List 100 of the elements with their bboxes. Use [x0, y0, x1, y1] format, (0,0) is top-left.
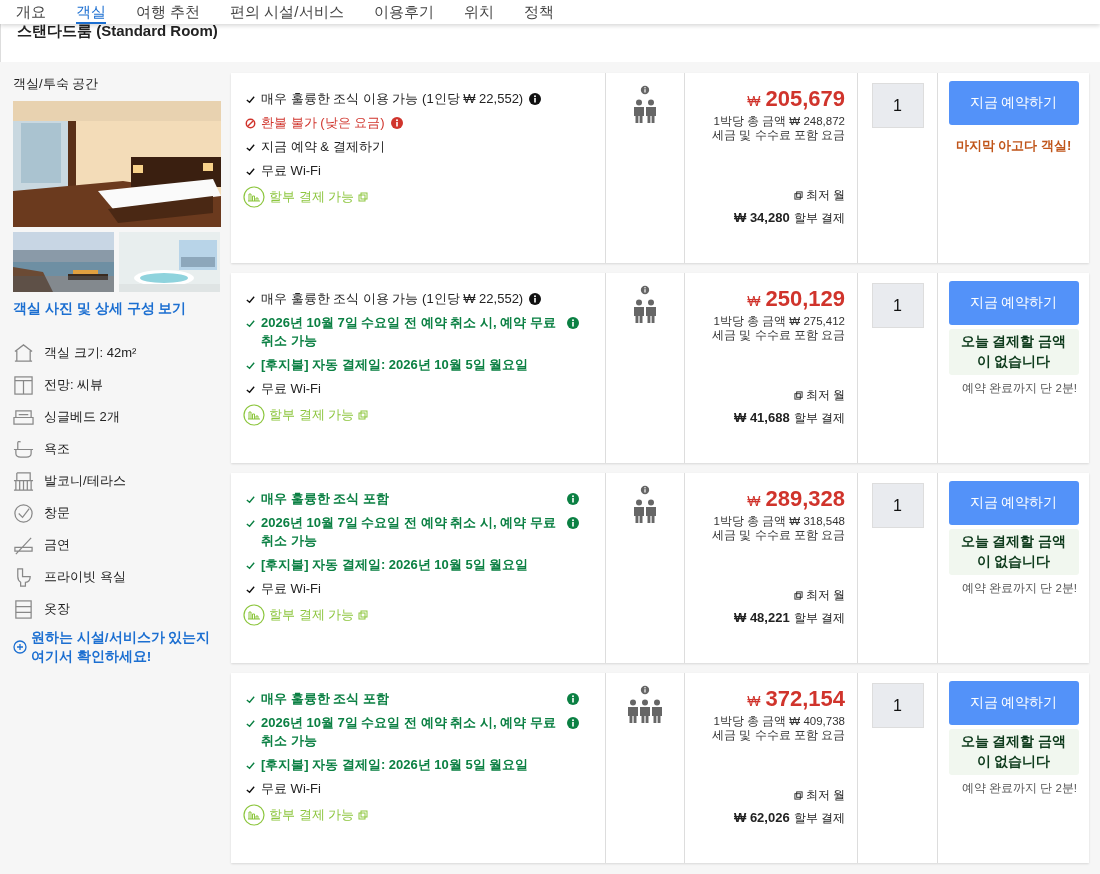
urgency-note: 마지막 아고다 객실! — [955, 137, 1072, 155]
monthly-amount: ₩ 34,280 — [734, 210, 790, 225]
monthly-suffix: 할부 결제 — [793, 410, 845, 427]
amenity-label: 옷장 — [44, 600, 70, 618]
feature-text: 2026년 10월 7일 수요일 전 예약 취소 시, 예약 무료 취소 가능 — [261, 514, 557, 550]
check-icon — [245, 518, 256, 529]
plus-circle-icon[interactable] — [13, 640, 27, 654]
currency-symbol: ₩ — [747, 293, 761, 309]
room-quantity-select[interactable]: 1 — [871, 683, 924, 728]
external-link-icon[interactable] — [793, 391, 803, 400]
amenity-label: 욕조 — [44, 440, 70, 458]
total-price: 1박당 총 금액 ₩ 248,872 — [713, 114, 845, 128]
check-icon — [245, 318, 256, 329]
check-icon — [245, 718, 256, 729]
check-icon — [245, 166, 256, 177]
check-icon — [245, 384, 256, 395]
feature-text: [후지불] 자동 결제일: 2026년 10월 5일 월요일 — [261, 356, 530, 374]
external-link-icon[interactable] — [793, 191, 803, 200]
check-icon — [245, 494, 256, 505]
book-now-button[interactable]: 지금 예약하기 — [948, 281, 1079, 325]
house-icon — [13, 342, 34, 364]
nav-tab[interactable]: 정책 — [523, 2, 554, 24]
monthly-suffix: 할부 결제 — [793, 610, 845, 627]
nav-tab[interactable]: 개요 — [16, 2, 46, 24]
feature-text: 환불 불가 (낮은 요금) — [261, 114, 385, 132]
nav-tab[interactable]: 편의 시설/서비스 — [230, 2, 344, 24]
monthly-label: 최저 월 — [805, 587, 845, 604]
balcony-icon — [13, 470, 34, 492]
bathtub-icon — [13, 438, 34, 460]
monthly-label: 최저 월 — [805, 787, 845, 804]
check-icon — [245, 560, 256, 571]
installment-icon — [243, 404, 265, 426]
prohibited-icon — [245, 118, 256, 129]
external-link-icon[interactable] — [793, 591, 803, 600]
cabinet-icon — [13, 598, 34, 620]
room-title: 스탠다드룸 (Standard Room) — [17, 22, 218, 41]
amenity-label: 창문 — [44, 504, 70, 522]
hint-text: 예약 완료까지 단 2분! — [961, 781, 1077, 796]
feature-text: 무료 Wi-Fi — [261, 162, 321, 180]
installment-icon — [243, 804, 265, 826]
currency-symbol: ₩ — [747, 93, 761, 109]
check-icon — [245, 584, 256, 595]
monthly-label: 최저 월 — [805, 187, 845, 204]
total-price: 1박당 총 금액 ₩ 318,548 — [713, 514, 845, 528]
amenity-label: 싱글베드 2개 — [44, 408, 120, 426]
check-icon — [245, 784, 256, 795]
total-price: 1박당 총 금액 ₩ 275,412 — [713, 314, 845, 328]
nav-tab[interactable]: 여행 추천 — [136, 2, 201, 24]
price: 205,679 — [765, 86, 845, 112]
external-link-icon[interactable] — [793, 791, 803, 800]
feature-text: 지금 예약 & 결제하기 — [261, 138, 385, 156]
person-icon — [652, 699, 662, 723]
tax-note: 세금 및 수수료 포함 요금 — [712, 128, 845, 142]
installment-icon — [243, 604, 265, 626]
person-icon — [646, 299, 656, 323]
check-icon — [245, 94, 256, 105]
tax-note: 세금 및 수수료 포함 요금 — [712, 528, 845, 542]
currency-symbol: ₩ — [747, 693, 761, 709]
nav-tab[interactable]: 위치 — [463, 2, 494, 24]
feature-text: 무료 Wi-Fi — [261, 380, 321, 398]
amenity-label: 금연 — [44, 536, 70, 554]
feature-text: 무료 Wi-Fi — [261, 780, 321, 798]
person-icon — [646, 499, 656, 523]
feature-text: [후지불] 자동 결제일: 2026년 10월 5일 월요일 — [261, 556, 530, 574]
check-circle-icon — [13, 502, 34, 524]
person-icon — [634, 99, 644, 123]
price: 372,154 — [765, 686, 845, 712]
check-icon — [245, 360, 256, 371]
pay-later-badge: 오늘 결제할 금액이 없습니다 — [948, 529, 1079, 575]
book-now-button[interactable]: 지금 예약하기 — [948, 481, 1079, 525]
installment-icon — [243, 186, 265, 208]
amenity-label: 객실 크기: 42m² — [44, 344, 137, 362]
info-icon[interactable] — [529, 293, 542, 305]
feature-text: 무료 Wi-Fi — [261, 580, 321, 598]
room-quantity-select[interactable]: 1 — [871, 283, 924, 328]
book-now-button[interactable]: 지금 예약하기 — [948, 681, 1079, 725]
feature-text: 매우 훌륭한 조식 포함 — [261, 490, 390, 508]
feature-text: 2026년 10월 7일 수요일 전 예약 취소 시, 예약 무료 취소 가능 — [261, 714, 557, 750]
person-icon — [640, 699, 650, 723]
feature-text: 매우 훌륭한 조식 포함 — [261, 690, 390, 708]
price: 250,129 — [765, 286, 845, 312]
monthly-suffix: 할부 결제 — [793, 810, 845, 827]
currency-symbol: ₩ — [747, 493, 761, 509]
amenity-request-link[interactable]: 원하는 시설/서비스가 있는지 여기서 확인하세요! — [31, 628, 219, 666]
feature-text: 2026년 10월 7일 수요일 전 예약 취소 시, 예약 무료 취소 가능 — [261, 314, 557, 350]
nav-tab[interactable]: 이용후기 — [373, 2, 434, 24]
book-now-button[interactable]: 지금 예약하기 — [948, 81, 1079, 125]
window-icon — [13, 374, 34, 396]
hint-text: 예약 완료까지 단 2분! — [961, 581, 1077, 596]
check-icon — [245, 694, 256, 705]
person-icon — [646, 99, 656, 123]
monthly-suffix: 할부 결제 — [793, 210, 845, 227]
hint-text: 예약 완료까지 단 2분! — [961, 381, 1077, 396]
check-icon — [245, 142, 256, 153]
monthly-amount: ₩ 41,688 — [734, 410, 790, 425]
room-quantity-select[interactable]: 1 — [871, 483, 924, 528]
info-icon[interactable] — [529, 93, 542, 105]
monthly-amount: ₩ 62,026 — [734, 810, 790, 825]
room-photos-link[interactable]: 객실 사진 및 상세 구성 보기 — [13, 300, 231, 318]
room-quantity-select[interactable]: 1 — [871, 83, 924, 128]
